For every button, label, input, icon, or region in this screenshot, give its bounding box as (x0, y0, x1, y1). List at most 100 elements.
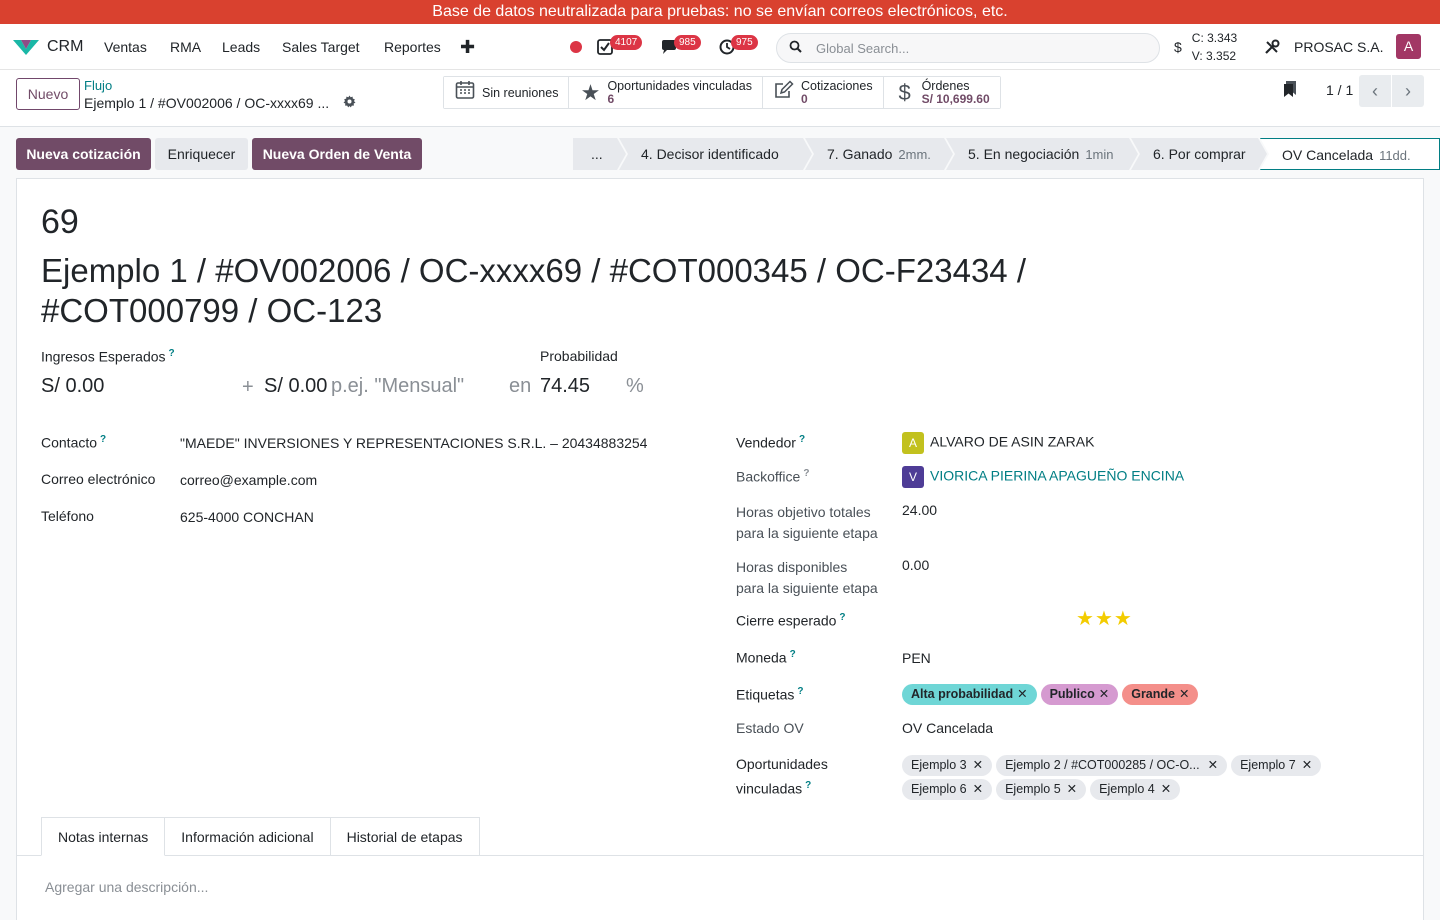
smart-button-orders[interactable]: $ Órdenes S/ 10,699.60 (883, 77, 1000, 108)
buy-rate: C: 3.343 (1191, 31, 1238, 45)
activities-count-badge: 4107 (610, 35, 643, 50)
email-label: Correo electrónico (41, 471, 156, 487)
linked-chip[interactable]: Ejemplo 3 ✕ (902, 755, 993, 776)
global-search-input[interactable] (816, 40, 1136, 56)
opportunity-title[interactable]: Ejemplo 1 / #OV002006 / OC-xxxx69 / #COT… (41, 251, 1101, 331)
linked-chip[interactable]: Ejemplo 5 ✕ (996, 779, 1087, 800)
smart-button-quotations[interactable]: Cotizaciones 0 (763, 77, 884, 108)
new-quotation-button[interactable]: Nueva cotización (16, 138, 151, 170)
user-avatar[interactable]: A (1396, 34, 1421, 59)
tab-internal-notes[interactable]: Notas internas (41, 817, 166, 856)
probability-value[interactable]: 74.45 (540, 375, 590, 398)
global-search-box[interactable] (776, 33, 1160, 63)
close-icon[interactable]: ✕ (1208, 758, 1218, 772)
expected-revenue-value[interactable]: S/ 0.00 (41, 375, 104, 398)
new-sales-order-button[interactable]: Nueva Orden de Venta (252, 138, 422, 170)
record-indicator-icon[interactable] (570, 41, 582, 53)
crm-logo-icon[interactable] (12, 24, 40, 70)
close-icon[interactable]: ✕ (1067, 782, 1077, 796)
form-sheet: 69 Ejemplo 1 / #OV002006 / OC-xxxx69 / #… (16, 178, 1424, 920)
stage-negotiation[interactable]: 5. En negociación 1min (946, 138, 1138, 170)
expected-revenue-label: Ingresos Esperados? (41, 348, 175, 365)
recurring-plan-input[interactable]: p.ej. "Mensual" (331, 375, 464, 398)
star-icon[interactable]: ★ (1095, 608, 1113, 630)
pager-value[interactable]: 1 / 1 (1326, 82, 1353, 98)
close-icon[interactable]: ✕ (973, 782, 983, 796)
menu-rma[interactable]: RMA (170, 24, 201, 70)
star-icon[interactable]: ★ (1114, 608, 1132, 630)
gear-icon[interactable] (343, 95, 356, 111)
stage-label: 5. En negociación (968, 146, 1080, 162)
chevron-left-icon[interactable]: ‹ (1359, 75, 1391, 107)
close-icon[interactable]: ✕ (1302, 758, 1312, 772)
tab-additional-info[interactable]: Información adicional (165, 817, 331, 856)
sell-rate: V: 3.352 (1191, 49, 1237, 63)
tag-chip[interactable]: Publico ✕ (1040, 684, 1119, 705)
tags-field[interactable]: Alta probabilidad ✕ Publico ✕ Grande ✕ (902, 684, 1202, 705)
recurring-revenue-value[interactable]: S/ 0.00 (264, 375, 327, 398)
stage-duration: 1min (1085, 147, 1114, 162)
star-icon[interactable]: ★ (1076, 608, 1094, 630)
stage-to-buy[interactable]: 6. Por comprar (1131, 138, 1267, 170)
exchange-rate-widget[interactable]: $ C: 3.343 V: 3.352 (1174, 24, 1237, 70)
menu-sales-target[interactable]: Sales Target (282, 24, 360, 70)
star-icon: ★ (580, 79, 601, 105)
enrich-button[interactable]: Enriquecer (155, 138, 248, 170)
stage-won[interactable]: 7. Ganado 2mm. (805, 138, 953, 170)
tag-chip[interactable]: Alta probabilidad ✕ (902, 684, 1037, 705)
linked-chip[interactable]: Ejemplo 7 ✕ (1231, 755, 1322, 776)
phone-value[interactable]: 625-4000 CONCHAN (180, 509, 314, 525)
linked-chip[interactable]: Ejemplo 2 / #COT000285 / OC-O... ✕ (996, 755, 1228, 776)
salesperson-name: ALVARO DE ASIN ZARAK (930, 433, 1095, 450)
status-row: Nueva cotización Enriquecer Nueva Orden … (0, 138, 1440, 170)
available-hours-label-line1: Horas disponibles (736, 559, 848, 575)
backoffice-label: Backoffice? (736, 468, 809, 485)
menu-leads[interactable]: Leads (222, 24, 260, 70)
app-name[interactable]: CRM (47, 24, 83, 70)
linked-opportunities-field[interactable]: Ejemplo 3 ✕ Ejemplo 2 / #COT000285 / OC-O.… (902, 752, 1402, 800)
currency-label-text: Moneda (736, 649, 787, 666)
phone-label: Teléfono (41, 508, 94, 524)
stage-decision-maker[interactable]: 4. Decisor identificado (619, 138, 812, 170)
quick-create-plus-icon[interactable]: ✚ (460, 24, 475, 70)
currency-value[interactable]: PEN (902, 650, 931, 666)
company-switcher[interactable]: PROSAC S.A. (1294, 24, 1383, 70)
expected-revenue-label-text: Ingresos Esperados (41, 348, 166, 365)
debug-tools-icon[interactable] (1264, 24, 1280, 70)
timer-count-badge: 975 (731, 35, 758, 50)
description-editor[interactable]: Agregar una descripción... (45, 879, 208, 895)
backoffice-value[interactable]: V VIORICA PIERINA APAGUEÑO ENCINA (902, 466, 1184, 488)
new-record-button[interactable]: Nuevo (16, 78, 80, 110)
smart-button-meetings[interactable]: Sin reuniones (444, 77, 570, 108)
close-icon[interactable]: ✕ (1179, 687, 1189, 701)
linked-chip[interactable]: Ejemplo 6 ✕ (902, 779, 993, 800)
tab-stage-history[interactable]: Historial de etapas (330, 817, 480, 856)
close-icon[interactable]: ✕ (973, 758, 983, 772)
breadcrumb-current: Ejemplo 1 / #OV002006 / OC-xxxx69 ... (84, 95, 330, 111)
messages-count-badge: 985 (674, 35, 701, 50)
tag-chip[interactable]: Grande ✕ (1122, 684, 1199, 705)
chevron-right-icon[interactable]: › (1392, 75, 1424, 107)
smart-button-linked-opportunities[interactable]: ★ Oportunidades vinculadas 6 (569, 77, 763, 108)
close-icon[interactable]: ✕ (1161, 782, 1171, 796)
stage-more[interactable]: ... (573, 138, 626, 170)
salesperson-value[interactable]: A ALVARO DE ASIN ZARAK (902, 432, 1094, 454)
priority-stars[interactable]: ★★★ (1076, 606, 1133, 631)
stage-more-label: ... (591, 146, 603, 162)
tag-label: Publico (1049, 687, 1095, 701)
contact-label: Contacto? (41, 434, 106, 451)
menu-ventas[interactable]: Ventas (104, 24, 147, 70)
tag-label: Alta probabilidad (911, 687, 1014, 701)
linked-chip[interactable]: Ejemplo 4 ✕ (1090, 779, 1181, 800)
close-icon[interactable]: ✕ (1099, 687, 1109, 701)
menu-reportes[interactable]: Reportes (384, 24, 441, 70)
contact-value[interactable]: "MAEDE" INVERSIONES Y REPRESENTACIONES S… (180, 435, 647, 451)
calendar-icon (454, 80, 476, 106)
email-value[interactable]: correo@example.com (180, 472, 317, 488)
close-icon[interactable]: ✕ (1017, 687, 1027, 701)
breadcrumb-parent-link[interactable]: Flujo (84, 78, 112, 93)
bookmark-icon[interactable] (1282, 80, 1298, 98)
stage-ov-cancelled-current[interactable]: OV Cancelada 11dd. (1260, 138, 1440, 170)
notebook-tabs: Notas internas Información adicional His… (41, 817, 480, 856)
stage-duration: 2mm. (898, 147, 931, 162)
